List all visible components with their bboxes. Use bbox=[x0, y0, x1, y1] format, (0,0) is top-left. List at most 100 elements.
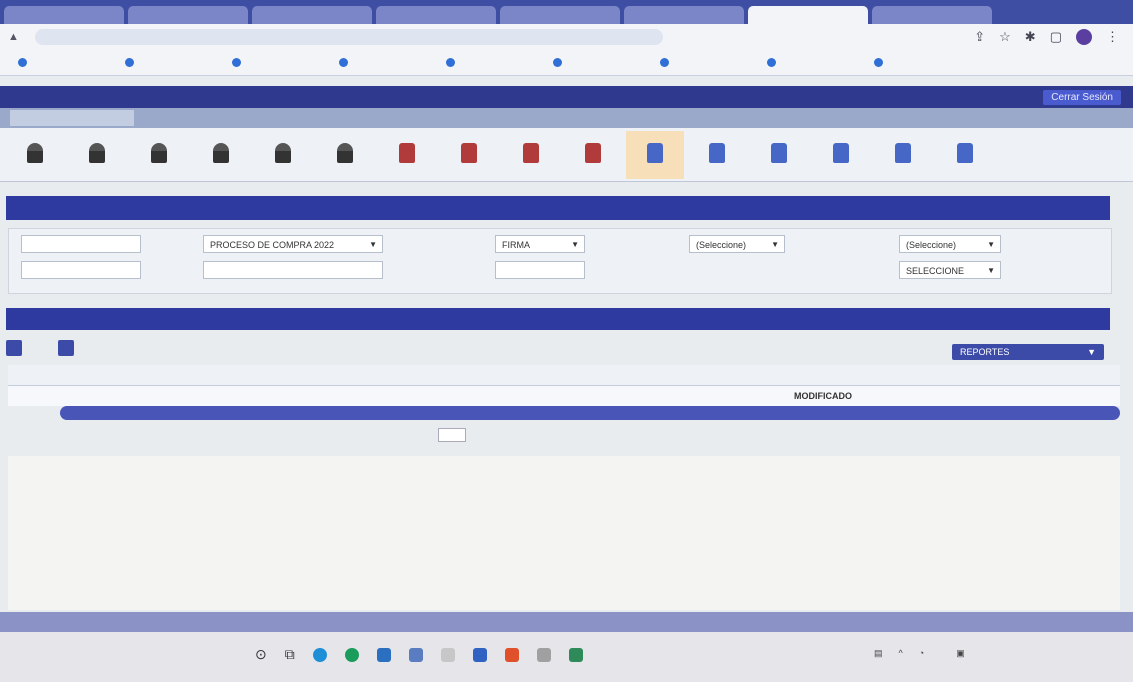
browser-tab[interactable] bbox=[252, 6, 372, 24]
app-icon[interactable] bbox=[568, 647, 583, 662]
profile-avatar[interactable] bbox=[1076, 29, 1092, 45]
footer-bar bbox=[0, 612, 1133, 632]
bookmark-item[interactable] bbox=[339, 58, 432, 67]
browser-tab[interactable] bbox=[4, 6, 124, 24]
page-input[interactable] bbox=[438, 428, 466, 442]
toolbar-button[interactable] bbox=[812, 131, 870, 179]
toolbar-button[interactable] bbox=[130, 131, 188, 179]
reports-dropdown[interactable]: REPORTES ▼ bbox=[952, 344, 1104, 360]
menu-tab[interactable] bbox=[266, 110, 390, 126]
document-icon bbox=[709, 143, 725, 163]
bookmark-item[interactable] bbox=[767, 58, 860, 67]
filter-field-3[interactable] bbox=[203, 261, 383, 279]
app-icon[interactable] bbox=[408, 647, 423, 662]
share-icon[interactable]: ⇪ bbox=[974, 29, 985, 45]
bookmark-icon bbox=[553, 58, 562, 67]
bookmark-item[interactable] bbox=[446, 58, 539, 67]
address-bar[interactable]: ▲ ⇪ ☆ ✱ ▢ ⋮ bbox=[0, 24, 1133, 50]
book-icon bbox=[523, 143, 539, 163]
table-row[interactable]: MODIFICADO bbox=[8, 386, 1120, 406]
reports-label: REPORTES bbox=[960, 347, 1010, 357]
menu-icon[interactable]: ⋮ bbox=[1106, 29, 1119, 45]
results-button-2[interactable] bbox=[58, 340, 74, 356]
menu-tab[interactable] bbox=[10, 110, 134, 126]
seleccione-value: SELECCIONE bbox=[906, 266, 965, 276]
toolbar-button[interactable] bbox=[936, 131, 994, 179]
office-icon[interactable] bbox=[504, 647, 519, 662]
toolbar-button[interactable] bbox=[316, 131, 374, 179]
edge-icon[interactable] bbox=[312, 647, 327, 662]
row-scroll-bar[interactable] bbox=[60, 406, 1120, 420]
app-icon[interactable] bbox=[440, 647, 455, 662]
browser-tab[interactable] bbox=[748, 6, 868, 24]
toolbar-button[interactable] bbox=[626, 130, 684, 179]
toolbar-button[interactable] bbox=[688, 131, 746, 179]
notifications-icon[interactable]: ▣ bbox=[956, 648, 965, 659]
toolbar-button[interactable] bbox=[192, 131, 250, 179]
toolbar-button[interactable] bbox=[750, 131, 808, 179]
mail-icon[interactable] bbox=[472, 647, 487, 662]
bookmark-item[interactable] bbox=[874, 58, 967, 67]
toolbar-button[interactable] bbox=[254, 131, 312, 179]
select-2-value: (Seleccione) bbox=[906, 240, 957, 250]
filter-field-1[interactable] bbox=[21, 235, 141, 253]
lock-icon: ▲ bbox=[8, 31, 19, 43]
browser-tab[interactable] bbox=[872, 6, 992, 24]
app-icon[interactable] bbox=[536, 647, 551, 662]
task-view-icon[interactable]: ⧉ bbox=[285, 646, 295, 663]
proceso-select[interactable]: PROCESO DE COMPRA 2022 ▼ bbox=[203, 235, 383, 253]
bookmark-item[interactable] bbox=[553, 58, 646, 67]
table-cell: MODIFICADO bbox=[794, 391, 852, 401]
results-button-1[interactable] bbox=[6, 340, 22, 356]
results-header-bar bbox=[6, 308, 1110, 330]
seleccione-select[interactable]: SELECCIONE ▼ bbox=[899, 261, 1001, 279]
menu-tab[interactable] bbox=[522, 110, 646, 126]
filter-field-4[interactable] bbox=[495, 261, 585, 279]
chevron-up-icon[interactable]: ^ bbox=[899, 648, 903, 659]
menu-tab[interactable] bbox=[138, 110, 262, 126]
user-icon bbox=[27, 143, 43, 163]
toolbar-button[interactable] bbox=[68, 131, 126, 179]
extension-icon[interactable]: ✱ bbox=[1025, 29, 1036, 45]
toolbar-button[interactable] bbox=[440, 131, 498, 179]
bookmark-item[interactable] bbox=[125, 58, 218, 67]
chevron-down-icon: ▼ bbox=[1087, 347, 1096, 357]
bookmarks-bar bbox=[0, 50, 1133, 76]
chevron-down-icon: ▼ bbox=[987, 240, 995, 249]
browser-tab[interactable] bbox=[376, 6, 496, 24]
bookmark-item[interactable] bbox=[660, 58, 753, 67]
browser-tab[interactable] bbox=[500, 6, 620, 24]
sidebar-icon[interactable]: ▢ bbox=[1050, 29, 1062, 45]
search-icon[interactable]: ⊙ bbox=[255, 646, 267, 663]
filter-panel: PROCESO DE COMPRA 2022 ▼ FIRMA ▼ (Seleccio… bbox=[8, 228, 1112, 294]
store-icon[interactable] bbox=[376, 647, 391, 662]
document-icon bbox=[957, 143, 973, 163]
toolbar-button[interactable] bbox=[6, 131, 64, 179]
bookmark-item[interactable] bbox=[232, 58, 325, 67]
select-1[interactable]: (Seleccione) ▼ bbox=[689, 235, 785, 253]
toolbar-button[interactable] bbox=[502, 131, 560, 179]
user-icon bbox=[337, 143, 353, 163]
menu-tab[interactable] bbox=[394, 110, 518, 126]
book-icon bbox=[461, 143, 477, 163]
select-2[interactable]: (Seleccione) ▼ bbox=[899, 235, 1001, 253]
bookmark-icon bbox=[874, 58, 883, 67]
book-icon bbox=[399, 143, 415, 163]
toolbar-button[interactable] bbox=[874, 131, 932, 179]
browser-tab[interactable] bbox=[128, 6, 248, 24]
firma-select[interactable]: FIRMA ▼ bbox=[495, 235, 585, 253]
chrome-icon[interactable] bbox=[344, 647, 359, 662]
menu-tab[interactable] bbox=[650, 110, 774, 126]
toolbar-button[interactable] bbox=[378, 131, 436, 179]
keyboard-icon[interactable]: ▤ bbox=[874, 648, 883, 659]
section-header-bar bbox=[6, 196, 1110, 220]
bookmark-icon bbox=[232, 58, 241, 67]
wifi-icon[interactable]: ◔ bbox=[919, 648, 924, 659]
toolbar-button[interactable] bbox=[564, 131, 622, 179]
logout-button[interactable]: Cerrar Sesión bbox=[1043, 89, 1121, 105]
filter-field-2[interactable] bbox=[21, 261, 141, 279]
url-field[interactable] bbox=[34, 29, 663, 45]
bookmark-item[interactable] bbox=[18, 58, 111, 67]
browser-tab[interactable] bbox=[624, 6, 744, 24]
star-icon[interactable]: ☆ bbox=[999, 29, 1011, 45]
